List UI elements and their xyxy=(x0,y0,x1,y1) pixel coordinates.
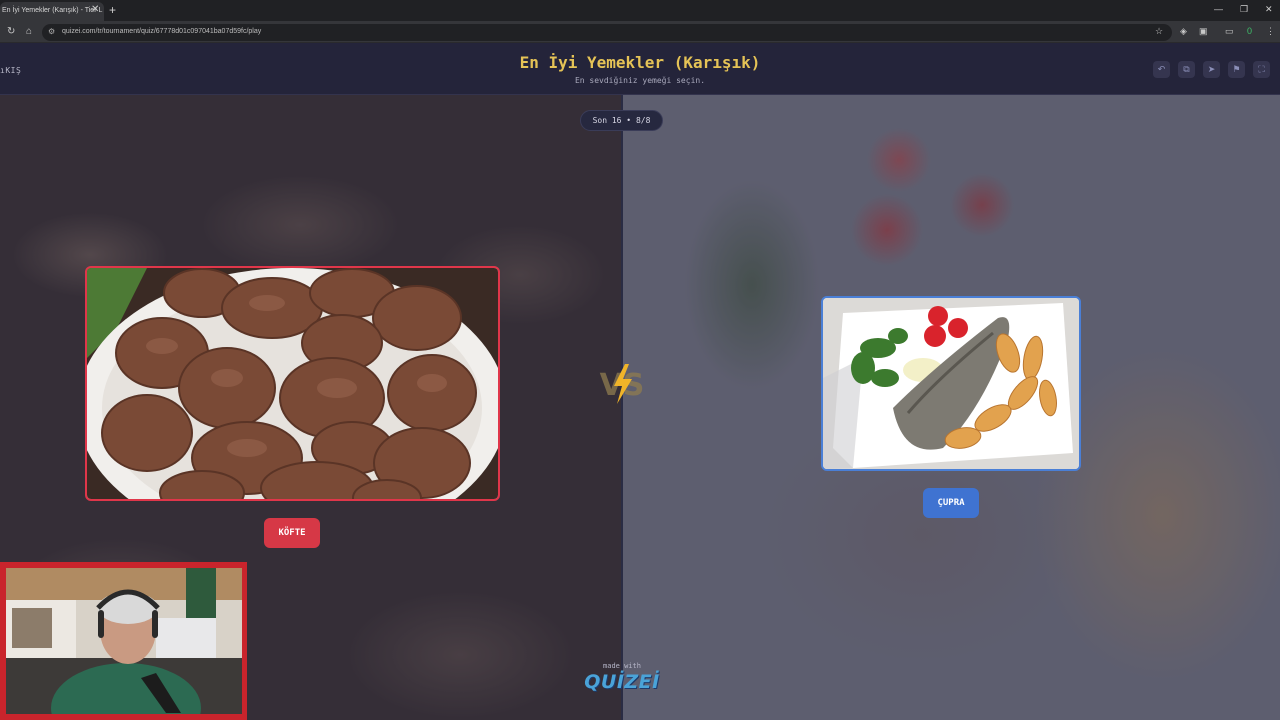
select-kofte-button[interactable]: KÖFTE xyxy=(264,518,320,548)
close-window-icon[interactable]: ✕ xyxy=(1265,4,1273,15)
cupra-image xyxy=(823,298,1079,469)
webcam-overlay xyxy=(0,562,247,720)
copy-icon[interactable]: ⧉ xyxy=(1178,61,1195,78)
minimize-icon[interactable]: — xyxy=(1214,4,1223,14)
bookmark-star-icon[interactable]: ☆ xyxy=(1155,26,1163,37)
versus-icon: VS xyxy=(600,364,644,404)
restore-icon[interactable]: ❐ xyxy=(1240,4,1248,15)
browser-tab[interactable]: En İyi Yemekler (Karışık) - Tier L xyxy=(0,2,104,21)
select-cupra-button[interactable]: ÇUPRA xyxy=(923,488,979,518)
undo-icon[interactable]: ↶ xyxy=(1153,61,1170,78)
page-subtitle: En sevdiğiniz yemeği seçin. xyxy=(574,76,706,85)
home-icon[interactable]: ⌂ xyxy=(26,26,32,37)
url-text: quizei.com/tr/tournament/quiz/67778d01c0… xyxy=(62,28,262,35)
share-icon[interactable]: ➤ xyxy=(1203,61,1220,78)
brand-logo[interactable]: QUİZEİ xyxy=(580,671,664,693)
site-info-icon[interactable]: ⚙ xyxy=(48,27,55,36)
round-badge: Son 16 • 8/8 xyxy=(580,110,663,131)
made-with-label: made with xyxy=(603,662,641,670)
puzzle-icon[interactable]: ▣ xyxy=(1199,26,1208,37)
extension-badge[interactable]: 0 xyxy=(1247,26,1252,36)
cast-icon[interactable]: ▭ xyxy=(1225,26,1234,37)
browser-tab-title: En İyi Yemekler (Karışık) - Tier L xyxy=(2,7,103,14)
center-divider xyxy=(621,95,623,720)
flag-icon[interactable]: ⚑ xyxy=(1228,61,1245,78)
choice-card-left[interactable] xyxy=(85,266,500,501)
url-field[interactable]: quizei.com/tr/tournament/quiz/67778d01c0… xyxy=(42,24,1172,41)
fullscreen-icon[interactable]: ⛶ xyxy=(1253,61,1270,78)
tab-close-icon[interactable]: ✕ xyxy=(91,4,99,15)
webcam-image xyxy=(6,568,242,714)
browser-tab-bar xyxy=(0,0,1280,21)
choice-card-right[interactable] xyxy=(821,296,1081,471)
new-tab-icon[interactable]: + xyxy=(109,3,116,17)
page-title: En İyi Yemekler (Karışık) xyxy=(519,53,761,72)
more-menu-icon[interactable]: ⋮ xyxy=(1266,26,1275,37)
webcam-feed xyxy=(6,568,242,714)
reload-icon[interactable]: ↻ xyxy=(7,26,15,37)
extension-icon[interactable]: ◈ xyxy=(1180,26,1187,37)
exit-button[interactable]: ıKIŞ xyxy=(0,66,21,75)
kofte-image xyxy=(87,268,498,499)
